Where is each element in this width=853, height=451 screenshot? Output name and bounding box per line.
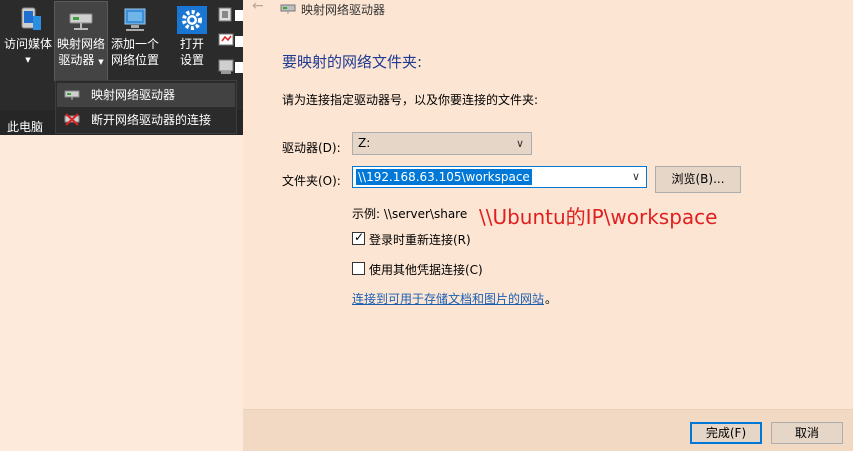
navigation-pane bbox=[0, 135, 243, 451]
network-drive-icon bbox=[280, 4, 296, 14]
uninstall-program-icon[interactable] bbox=[217, 6, 243, 24]
manage-icon[interactable] bbox=[217, 58, 243, 76]
chevron-down-icon[interactable]: ∨ bbox=[632, 170, 640, 183]
browse-button[interactable]: 浏览(B)... bbox=[655, 166, 741, 193]
chevron-down-icon: ▼ bbox=[25, 56, 31, 64]
reconnect-checkbox[interactable]: ✓ bbox=[352, 230, 365, 245]
link-suffix: 。 bbox=[545, 292, 558, 306]
finish-button[interactable]: 完成(F) bbox=[690, 422, 762, 444]
folder-path-value: \\192.168.63.105\workspace bbox=[356, 169, 532, 185]
red-annotation: \\Ubuntu的IP\workspace bbox=[479, 205, 718, 229]
disconnect-drive-icon bbox=[64, 113, 80, 126]
system-properties-icon[interactable] bbox=[217, 32, 243, 50]
map-network-drive-dialog: ← 映射网络驱动器 要映射的网络文件夹: 请为连接指定驱动器号，以及你要连接的文… bbox=[243, 0, 853, 451]
open-settings-button[interactable]: 打开 设置 bbox=[170, 2, 214, 80]
add-location-label-1: 添加一个 bbox=[110, 37, 159, 51]
map-drive-dropdown-menu: 映射网络驱动器 断开网络驱动器的连接 bbox=[55, 80, 237, 134]
other-credentials-label[interactable]: 使用其他凭据连接(C) bbox=[369, 261, 483, 278]
network-location-icon bbox=[124, 8, 146, 31]
map-drive-label-2: 驱动器 ▼ bbox=[58, 53, 104, 67]
network-drive-icon bbox=[69, 13, 93, 30]
gear-icon bbox=[177, 6, 207, 34]
network-drive-icon bbox=[64, 90, 80, 100]
menu-item-label: 映射网络驱动器 bbox=[91, 88, 176, 102]
page-heading: 要映射的网络文件夹: bbox=[282, 53, 423, 71]
back-arrow-icon[interactable]: ← bbox=[252, 0, 264, 14]
menu-item-label: 断开网络驱动器的连接 bbox=[91, 113, 212, 127]
other-credentials-checkbox[interactable] bbox=[352, 262, 365, 275]
example-hint: 示例: \\server\share bbox=[352, 207, 468, 221]
access-media-button[interactable]: 访问媒体 ▼ bbox=[2, 2, 54, 80]
map-drive-label-1: 映射网络 bbox=[56, 37, 105, 51]
reconnect-label[interactable]: 登录时重新连接(R) bbox=[369, 231, 471, 248]
dialog-title: 映射网络驱动器 bbox=[301, 3, 386, 17]
open-settings-label-1: 打开 bbox=[179, 37, 204, 51]
drive-letter-value: Z: bbox=[358, 136, 371, 150]
drive-letter-select[interactable]: Z: ∨ bbox=[352, 132, 532, 155]
menu-item-map-network-drive[interactable]: 映射网络驱动器 bbox=[57, 83, 235, 107]
chevron-down-icon: ▼ bbox=[98, 58, 104, 66]
folder-path-input[interactable]: \\192.168.63.105\workspace ∨ bbox=[352, 166, 647, 188]
chevron-down-icon: ∨ bbox=[515, 137, 524, 150]
this-pc-label[interactable]: 此电脑 bbox=[7, 118, 43, 135]
folder-label: 文件夹(O): bbox=[282, 174, 341, 188]
add-location-label-2: 网络位置 bbox=[110, 53, 159, 67]
add-network-location-button[interactable]: 添加一个 网络位置 bbox=[108, 2, 162, 80]
map-network-drive-button[interactable]: 映射网络 驱动器 ▼ bbox=[54, 1, 108, 81]
dialog-titlebar: ← 映射网络驱动器 bbox=[243, 0, 853, 18]
access-media-label: 访问媒体 bbox=[3, 37, 52, 51]
menu-item-disconnect-network-drive[interactable]: 断开网络驱动器的连接 bbox=[57, 108, 235, 132]
storage-website-link[interactable]: 连接到可用于存储文档和图片的网站 bbox=[352, 290, 544, 307]
check-icon: ✓ bbox=[354, 230, 365, 244]
instruction-text: 请为连接指定驱动器号，以及你要连接的文件夹: bbox=[282, 93, 539, 107]
drive-label: 驱动器(D): bbox=[282, 141, 341, 155]
cancel-button[interactable]: 取消 bbox=[771, 422, 843, 444]
media-device-icon bbox=[21, 7, 41, 30]
open-settings-label-2: 设置 bbox=[179, 53, 204, 67]
dialog-footer: 完成(F) 取消 bbox=[243, 409, 853, 451]
